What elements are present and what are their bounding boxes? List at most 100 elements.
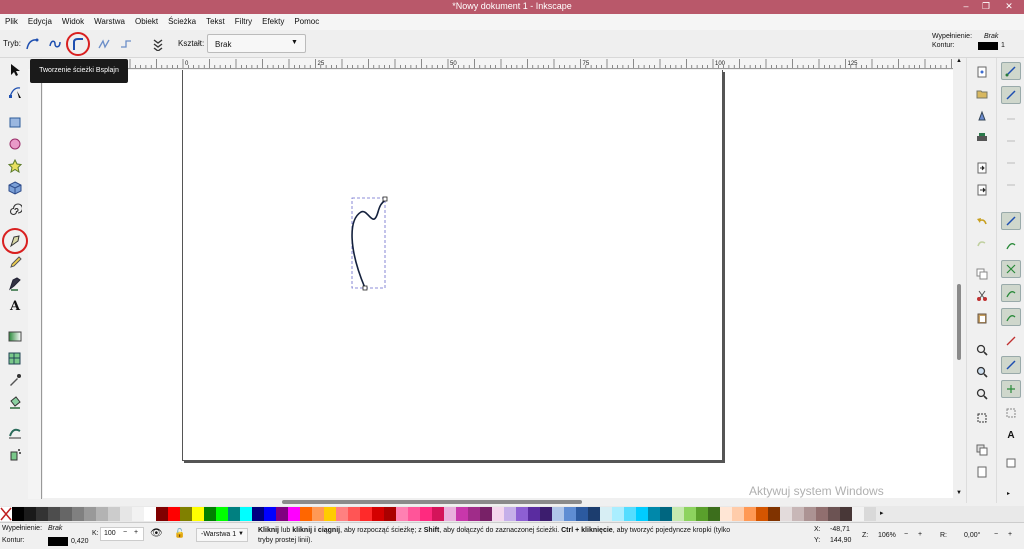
zoom-drawing-button[interactable] [973, 364, 991, 380]
color-swatch[interactable] [24, 507, 36, 521]
menu-tekst[interactable]: Tekst [201, 14, 230, 30]
new-document-button[interactable] [973, 64, 991, 80]
color-swatch[interactable] [804, 507, 816, 521]
color-swatch[interactable] [792, 507, 804, 521]
menu-plik[interactable]: Plik [0, 14, 23, 30]
no-paint-swatch[interactable] [0, 507, 12, 521]
color-swatch[interactable] [372, 507, 384, 521]
snap-path-toggle[interactable] [1001, 236, 1021, 254]
export-button[interactable] [973, 182, 991, 198]
color-swatch[interactable] [324, 507, 336, 521]
color-swatch[interactable] [612, 507, 624, 521]
spiral-tool[interactable] [4, 200, 26, 220]
paraxial-mode-button[interactable] [116, 34, 136, 54]
color-swatch[interactable] [276, 507, 288, 521]
opacity-spinbox[interactable]: 100 − + [100, 527, 144, 541]
color-swatch[interactable] [348, 507, 360, 521]
color-swatch[interactable] [132, 507, 144, 521]
vertical-scroll-thumb[interactable] [957, 284, 961, 360]
color-swatch[interactable] [744, 507, 756, 521]
paint-bucket-tool[interactable] [4, 392, 26, 412]
color-swatch[interactable] [840, 507, 852, 521]
visibility-eye-icon[interactable]: 👁 [150, 528, 163, 539]
color-swatch[interactable] [864, 507, 876, 521]
close-button[interactable]: ✕ [998, 0, 1020, 14]
snap-bbox-toggle[interactable] [1001, 86, 1021, 104]
3d-box-tool[interactable] [4, 178, 26, 198]
pencil-tool[interactable] [4, 252, 26, 272]
menu-sciezka[interactable]: Ścieżka [163, 14, 201, 30]
zoom-selection-button[interactable] [973, 342, 991, 358]
menu-edycja[interactable]: Edycja [23, 14, 57, 30]
color-swatch[interactable] [516, 507, 528, 521]
color-swatch[interactable] [552, 507, 564, 521]
color-swatch[interactable] [72, 507, 84, 521]
color-swatch[interactable] [828, 507, 840, 521]
vertical-ruler[interactable] [28, 69, 42, 499]
color-swatch[interactable] [288, 507, 300, 521]
color-swatch[interactable] [36, 507, 48, 521]
color-swatch[interactable] [48, 507, 60, 521]
color-swatch[interactable] [84, 507, 96, 521]
mesh-tool[interactable] [4, 348, 26, 368]
color-swatch[interactable] [588, 507, 600, 521]
zoom-width-button[interactable] [973, 410, 991, 426]
color-swatch[interactable] [108, 507, 120, 521]
snap-page-border-toggle[interactable] [1001, 404, 1021, 422]
duplicate-button[interactable] [973, 442, 991, 458]
color-swatch[interactable] [624, 507, 636, 521]
status-stroke-swatch[interactable] [48, 537, 68, 546]
increment-icon[interactable]: + [134, 529, 138, 536]
drawing-canvas[interactable]: Aktywuj system Windows [43, 70, 953, 499]
color-swatch[interactable] [720, 507, 732, 521]
snap-bbox-edge-toggle[interactable] [1001, 110, 1021, 128]
color-swatch[interactable] [96, 507, 108, 521]
minimize-button[interactable]: – [955, 0, 977, 14]
paste-button[interactable] [973, 310, 991, 326]
lock-icon[interactable]: 🔓 [174, 528, 185, 539]
color-swatch[interactable] [768, 507, 780, 521]
spray-tool[interactable] [4, 444, 26, 464]
menu-efekty[interactable]: Efekty [257, 14, 289, 30]
copy-button[interactable] [973, 266, 991, 282]
vertical-scrollbar[interactable]: ▲ ▼ [953, 58, 966, 503]
color-swatch[interactable] [684, 507, 696, 521]
color-swatch[interactable] [756, 507, 768, 521]
color-swatch[interactable] [708, 507, 720, 521]
color-swatch[interactable] [384, 507, 396, 521]
rotation-value[interactable]: 0,00° [964, 532, 980, 539]
gradient-tool[interactable] [4, 326, 26, 346]
rotation-increment-icon[interactable]: + [1008, 531, 1012, 538]
color-swatch[interactable] [300, 507, 312, 521]
snap-grid-toggle[interactable] [1001, 454, 1021, 472]
snap-midpoint-path-toggle[interactable] [1001, 332, 1021, 350]
color-swatch[interactable] [816, 507, 828, 521]
rectangle-tool[interactable] [4, 112, 26, 132]
snap-cusp-toggle[interactable] [1001, 284, 1021, 302]
color-swatch[interactable] [420, 507, 432, 521]
decrement-icon[interactable]: − [123, 529, 127, 536]
color-swatch[interactable] [444, 507, 456, 521]
snap-bar-overflow-icon[interactable]: ▸ [1007, 490, 1010, 497]
horizontal-ruler[interactable]: 0 25 50 75 100 125 [42, 58, 953, 69]
color-swatch[interactable] [492, 507, 504, 521]
cut-button[interactable] [973, 288, 991, 304]
color-swatch[interactable] [852, 507, 864, 521]
snap-nodes-toggle[interactable] [1001, 212, 1021, 230]
maximize-button[interactable]: ❐ [975, 0, 997, 14]
bezier-pen-tool[interactable] [2, 228, 28, 254]
color-swatch[interactable] [12, 507, 24, 521]
print-button[interactable] [973, 130, 991, 146]
menu-warstwa[interactable]: Warstwa [89, 14, 130, 30]
zigzag-mode-button[interactable] [94, 34, 114, 54]
color-swatch[interactable] [696, 507, 708, 521]
redo-button[interactable] [973, 236, 991, 252]
color-swatch[interactable] [672, 507, 684, 521]
clone-button[interactable] [973, 464, 991, 480]
color-swatch[interactable] [240, 507, 252, 521]
color-swatch[interactable] [456, 507, 468, 521]
snap-bbox-center-toggle[interactable] [1001, 176, 1021, 194]
color-swatch[interactable] [528, 507, 540, 521]
selector-tool[interactable] [4, 60, 26, 80]
bspline-mode-button[interactable] [66, 32, 90, 56]
